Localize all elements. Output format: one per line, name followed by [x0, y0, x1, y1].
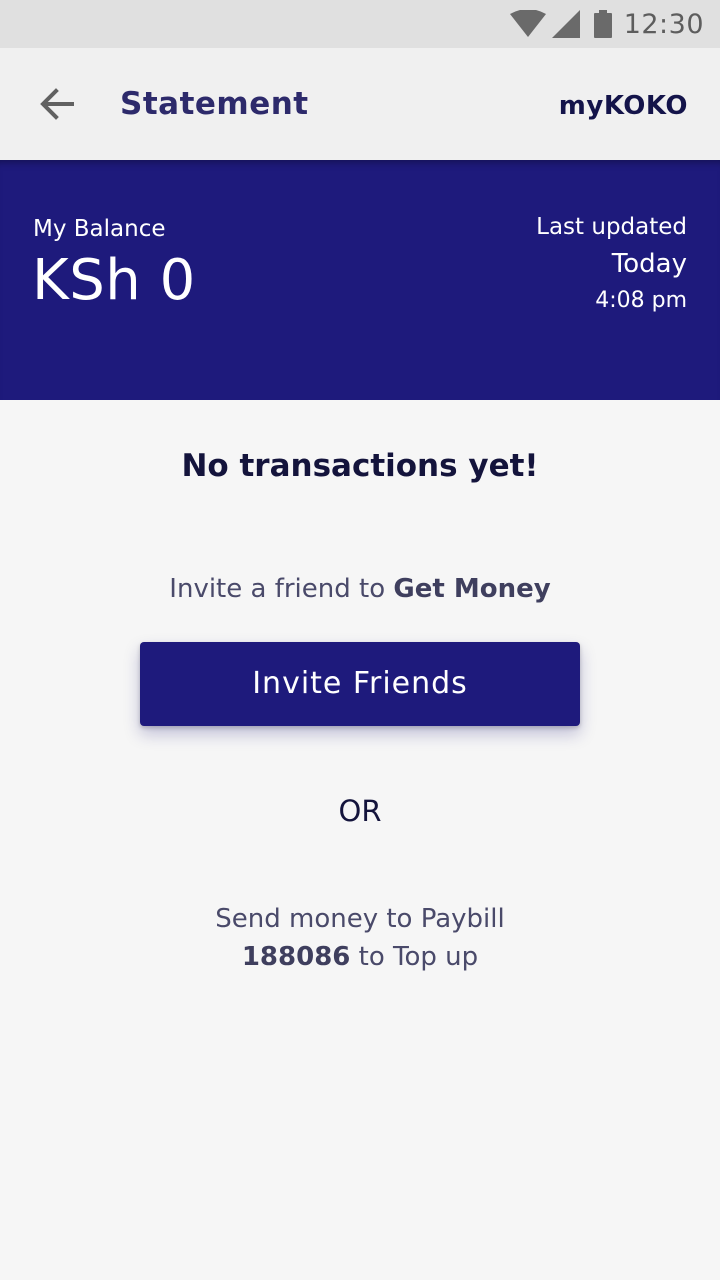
- balance-label: My Balance: [33, 216, 166, 242]
- wifi-icon: [509, 10, 546, 37]
- battery-icon: [593, 10, 612, 38]
- paybill-line-2: 188086 to Top up: [0, 938, 720, 976]
- brand-label: myKOKO: [558, 91, 688, 121]
- last-updated-time: 4:08 pm: [595, 288, 687, 313]
- status-icons: 12:30: [509, 0, 704, 48]
- status-bar: 12:30: [0, 0, 720, 48]
- or-divider-label: OR: [338, 794, 382, 828]
- paybill-instructions: Send money to Paybill 188086 to Top up: [0, 900, 720, 976]
- paybill-number: 188086: [241, 942, 351, 972]
- page-title: Statement: [120, 86, 309, 122]
- arrow-back-icon: [40, 88, 74, 120]
- statement-screen: 12:30 Statement myKOKO My Balance KSh 0 …: [0, 0, 720, 1280]
- app-bar: Statement myKOKO: [0, 48, 720, 160]
- invite-prompt: Invite a friend to Get Money: [0, 574, 720, 604]
- back-button[interactable]: [20, 68, 92, 140]
- invite-prompt-text: Invite a friend to: [169, 574, 394, 604]
- balance-card: My Balance KSh 0 Last updated Today 4:08…: [0, 160, 720, 400]
- signal-icon: [551, 10, 580, 38]
- status-time: 12:30: [623, 8, 704, 40]
- invite-prompt-emphasis: Get Money: [393, 574, 551, 604]
- paybill-line-1: Send money to Paybill: [215, 904, 505, 934]
- last-updated-label: Last updated: [536, 214, 687, 240]
- balance-amount: KSh 0: [32, 248, 196, 313]
- empty-state-title: No transactions yet!: [181, 448, 539, 484]
- last-updated-day: Today: [611, 249, 687, 279]
- last-updated-block: Last updated Today 4:08 pm: [536, 212, 687, 318]
- invite-friends-button[interactable]: Invite Friends: [140, 642, 580, 726]
- paybill-suffix: to Top up: [350, 942, 479, 972]
